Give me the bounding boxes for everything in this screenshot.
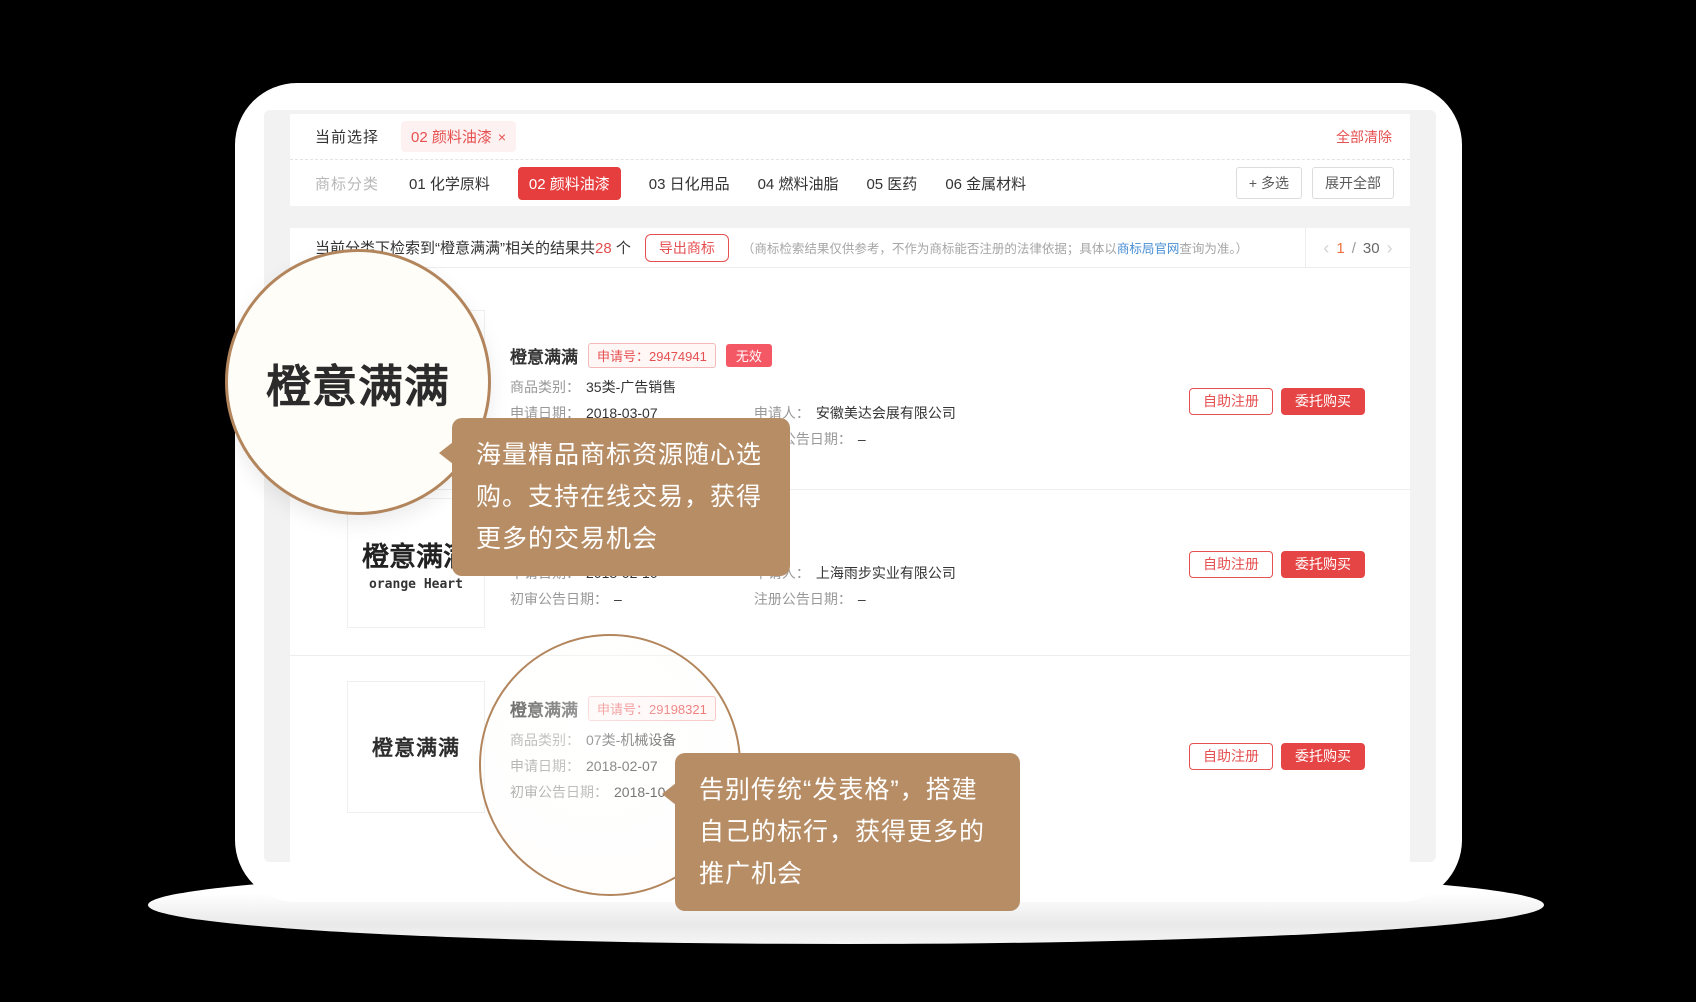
tooltip-marketplace: 海量精品商标资源随心选 购。支持在线交易，获得 更多的交易机会: [452, 418, 790, 576]
category-tools: + 多选 展开全部: [1236, 167, 1394, 199]
export-trademarks-button[interactable]: 导出商标: [645, 234, 729, 262]
tooltip-promotion: 告别传统“发表格”，搭建 自己的标行，获得更多的 推广机会: [675, 753, 1020, 911]
category-05[interactable]: 05 医药: [866, 173, 917, 194]
prev-page-icon[interactable]: ‹: [1323, 239, 1329, 257]
tooltip-line: 推广机会: [699, 853, 996, 895]
selected-filter-tag-label: 02 颜料油漆: [411, 126, 492, 147]
field-value: –: [858, 591, 866, 607]
magnified-trademark-text: 橙意满满: [266, 350, 450, 415]
row-actions: 自助注册 委托购买: [1189, 551, 1365, 578]
field-label: 注册公告日期：: [754, 591, 852, 607]
category-row: 商标分类 01 化学原料 02 颜料油漆 03 日化用品 04 燃料油脂 05 …: [290, 160, 1410, 206]
category-06[interactable]: 06 金属材料: [945, 173, 1026, 194]
field-value: 上海雨步实业有限公司: [816, 565, 956, 581]
category-02-selected[interactable]: 02 颜料油漆: [518, 167, 621, 200]
tooltip-line: 更多的交易机会: [476, 518, 766, 560]
trademark-image-subtext: orange Heart: [369, 577, 463, 592]
entrust-purchase-button[interactable]: 委托购买: [1281, 551, 1365, 578]
tooltip-line: 告别传统“发表格”，搭建: [699, 769, 996, 811]
tooltip-line: 购。支持在线交易，获得: [476, 476, 766, 518]
field-value: 安徽美达会展有限公司: [816, 405, 956, 421]
current-selection-row: 当前选择 02 颜料油漆 × 全部清除: [290, 114, 1410, 160]
clear-all-button[interactable]: 全部清除: [1336, 127, 1392, 147]
trademark-image-text: 橙意满满: [372, 732, 460, 762]
filter-panel: 当前选择 02 颜料油漆 × 全部清除 商标分类 01 化学原料 02 颜料油漆…: [290, 114, 1410, 206]
application-number-tag: 申请号：29474941: [588, 343, 716, 368]
remove-tag-icon[interactable]: ×: [498, 129, 506, 145]
tooltip-line: 海量精品商标资源随心选: [476, 434, 766, 476]
self-register-button[interactable]: 自助注册: [1189, 551, 1273, 578]
entrust-purchase-button[interactable]: 委托购买: [1281, 388, 1365, 415]
category-01[interactable]: 01 化学原料: [409, 173, 490, 194]
trademark-image-3: 橙意满满: [347, 681, 485, 813]
results-count: 28: [595, 240, 612, 257]
disclaimer-text: （商标检索结果仅供参考，不作为商标能否注册的法律依据；具体以商标局官网查询为准。…: [742, 238, 1248, 257]
category-label: 商标分类: [315, 173, 379, 194]
category-list: 01 化学原料 02 颜料油漆 03 日化用品 04 燃料油脂 05 医药 06…: [409, 167, 1026, 200]
row-actions: 自助注册 委托购买: [1189, 388, 1365, 415]
current-page: 1: [1336, 240, 1344, 257]
summary-unit: 个: [612, 240, 631, 257]
field-value: –: [614, 591, 622, 607]
next-page-icon[interactable]: ›: [1387, 239, 1393, 257]
row-actions: 自助注册 委托购买: [1189, 743, 1365, 770]
trademark-name: 橙意满满: [510, 343, 578, 368]
total-pages: 30: [1363, 240, 1380, 257]
category-04[interactable]: 04 燃料油脂: [758, 173, 839, 194]
current-selection-label: 当前选择: [315, 126, 379, 147]
field-label: 商品类别：: [510, 379, 580, 395]
tooltip-line: 自己的标行，获得更多的: [699, 811, 996, 853]
category-03[interactable]: 03 日化用品: [649, 173, 730, 194]
trademark-office-link[interactable]: 商标局官网: [1117, 242, 1180, 256]
page-separator: /: [1352, 240, 1356, 257]
pagination: ‹ 1 / 30 ›: [1305, 228, 1410, 268]
field-value: 35类-广告销售: [586, 379, 676, 395]
self-register-button[interactable]: 自助注册: [1189, 388, 1273, 415]
self-register-button[interactable]: 自助注册: [1189, 743, 1273, 770]
status-badge-invalid: 无效: [726, 344, 772, 367]
multi-select-button[interactable]: + 多选: [1236, 167, 1302, 199]
field-value: –: [858, 431, 866, 447]
field-label: 初审公告日期：: [510, 591, 608, 607]
expand-all-button[interactable]: 展开全部: [1312, 167, 1394, 199]
selected-filter-tag[interactable]: 02 颜料油漆 ×: [401, 121, 516, 152]
stage: 当前选择 02 颜料油漆 × 全部清除 商标分类 01 化学原料 02 颜料油漆…: [0, 0, 1696, 1002]
entrust-purchase-button[interactable]: 委托购买: [1281, 743, 1365, 770]
results-header: 当前分类下检索到“橙意满满”相关的结果共28 个 导出商标 （商标检索结果仅供参…: [290, 228, 1410, 268]
